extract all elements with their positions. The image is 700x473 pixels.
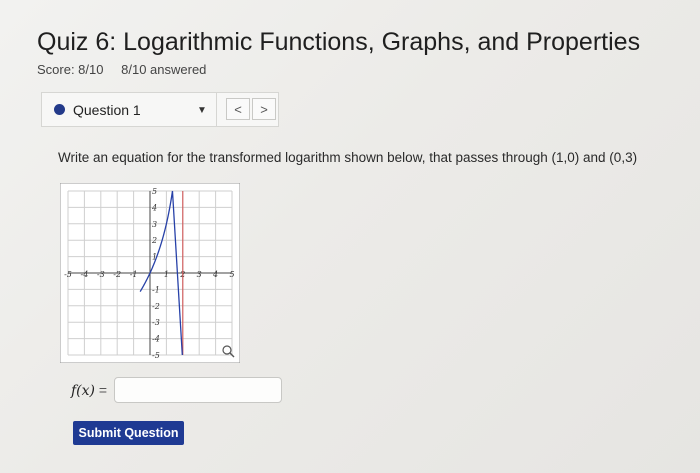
chevron-down-icon: ▼ bbox=[197, 105, 207, 116]
y-tick-label: -5 bbox=[152, 351, 160, 360]
y-tick-label: -3 bbox=[152, 318, 160, 327]
x-tick-label: 5 bbox=[229, 270, 234, 279]
x-tick-label: -4 bbox=[81, 270, 89, 279]
question-select[interactable]: Question 1 ▼ bbox=[42, 93, 216, 126]
x-tick-label: 3 bbox=[197, 270, 202, 279]
y-tick-label: -4 bbox=[152, 335, 160, 344]
y-tick-label: 4 bbox=[151, 203, 157, 212]
y-tick-label: -2 bbox=[152, 302, 160, 311]
y-tick-label: 2 bbox=[151, 236, 157, 245]
y-tick-label: 3 bbox=[152, 220, 157, 229]
x-tick-label: 4 bbox=[212, 270, 218, 279]
divider bbox=[216, 93, 217, 126]
function-label: f(x) = bbox=[71, 382, 107, 399]
x-tick-label: -5 bbox=[64, 270, 72, 279]
submit-question-button[interactable]: Submit Question bbox=[73, 421, 184, 445]
log-graph: -5-4-3-2-112345 54321-1-2-3-4-5 bbox=[60, 183, 240, 363]
question-navigator: Question 1 ▼ < > bbox=[41, 92, 279, 127]
question-select-label: Question 1 bbox=[73, 101, 141, 118]
prev-question-button[interactable]: < bbox=[226, 98, 250, 120]
answer-input[interactable] bbox=[114, 377, 282, 403]
equals-sign: = bbox=[95, 382, 108, 398]
function-name: f(x) bbox=[71, 383, 96, 399]
score-row: Score: 8/10 8/10 answered bbox=[37, 62, 220, 77]
answered-count: 8/10 answered bbox=[121, 62, 207, 77]
y-tick-label: 5 bbox=[152, 187, 157, 196]
status-dot-icon bbox=[54, 104, 65, 115]
y-tick-label: -1 bbox=[152, 285, 160, 294]
x-tick-label: -2 bbox=[113, 270, 121, 279]
quiz-title: Quiz 6: Logarithmic Functions, Graphs, a… bbox=[37, 28, 641, 56]
score-text: Score: 8/10 bbox=[37, 62, 104, 77]
next-question-button[interactable]: > bbox=[252, 98, 276, 120]
x-tick-label: -3 bbox=[97, 270, 105, 279]
x-tick-label: 1 bbox=[164, 270, 169, 279]
x-tick-label: -1 bbox=[130, 270, 138, 279]
question-prompt: Write an equation for the transformed lo… bbox=[58, 150, 638, 165]
